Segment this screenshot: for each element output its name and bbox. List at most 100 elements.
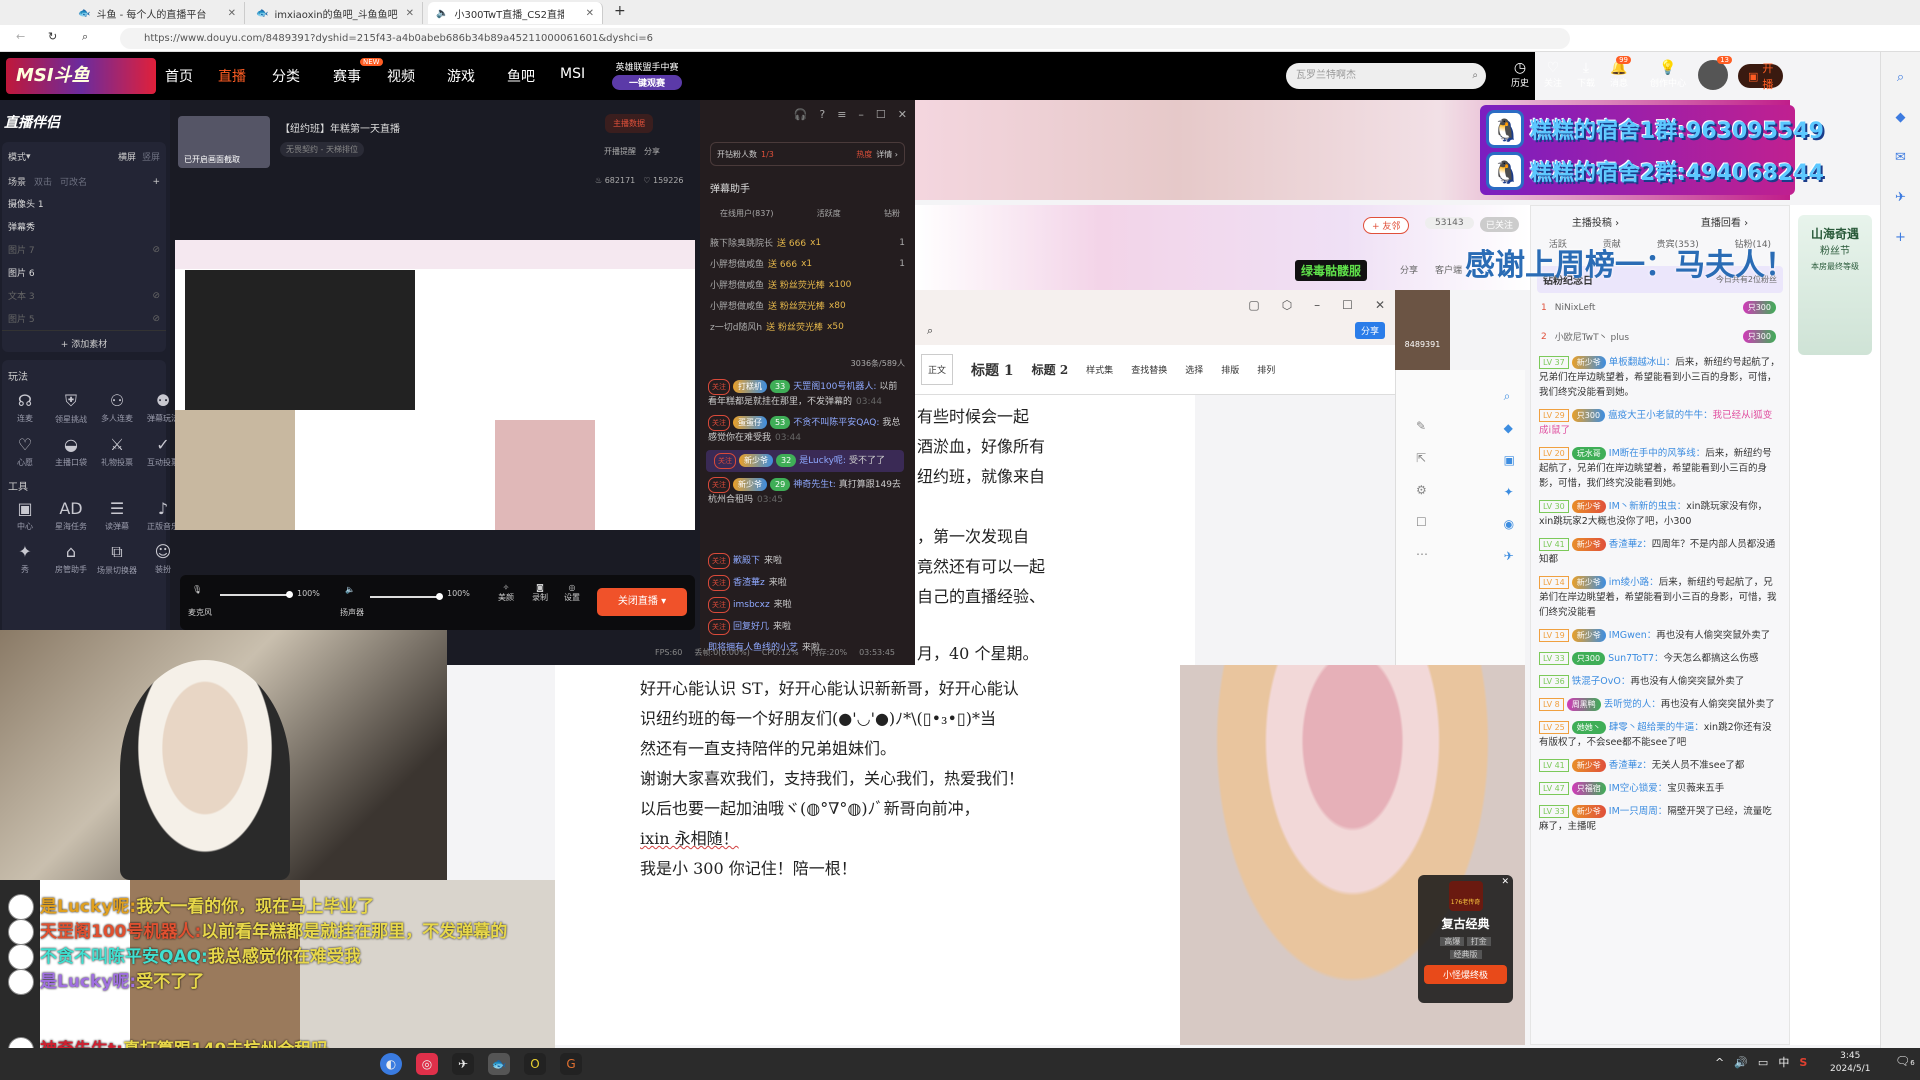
close-icon[interactable]: ✕ [1375,298,1385,312]
assistant-tab[interactable]: 活跃度 [817,208,841,219]
source-item[interactable]: 弹幕秀 [2,215,166,238]
entry-user[interactable]: 香渣華z [733,578,765,588]
nav-category[interactable]: 分类 [272,66,300,86]
search-icon[interactable]: ⌕ [82,30,88,44]
ime-indicator[interactable]: 中 [1778,1054,1789,1070]
add-friend-button[interactable]: + 友邻 [1363,217,1410,234]
close-ad-icon[interactable]: ✕ [1501,877,1509,887]
hidden-eye-icon[interactable]: ⊘ [152,291,160,301]
stream-thumbnail[interactable]: 已开启画面截取 [178,116,270,168]
chat-user[interactable]: 单板翻越冰山： [1609,357,1676,368]
live-reminder-button[interactable]: 开播提醒 [604,146,636,157]
taskbar-app-icon[interactable]: ✈ [452,1053,474,1075]
close-tab-icon[interactable]: ✕ [228,8,236,19]
nav-live[interactable]: 直播 [218,66,246,86]
source-item[interactable]: 图片 5 ⊘ [2,307,166,330]
volume-icon[interactable]: 🔊 [1734,1056,1748,1069]
ad-cta-button[interactable]: 小怪爆终极 [1424,965,1507,984]
chat-user[interactable]: im绫小路： [1609,577,1659,588]
feature-play-item[interactable]: ⚔ 礼物投票 [96,435,138,468]
settings-button[interactable]: ◎ 设置 [564,583,580,603]
tab-live-room[interactable]: 🔈小300TwT直播_CS2直播_斗鱼✕ [428,2,603,24]
copilot-icon[interactable]: ◆ [1881,98,1920,138]
add-icon[interactable]: + [1881,218,1920,258]
style-heading-1[interactable]: 标题 1 [971,360,1014,380]
doc-share-button[interactable]: 分享 [1354,322,1385,339]
messages-button[interactable]: 🔔 消息 99 [1603,56,1635,89]
close-icon[interactable]: ✕ [898,108,907,121]
watch-button[interactable]: 一键观赛 [612,75,682,90]
message-user[interactable]: 天罡阁100号机器人: [793,382,876,392]
follow-button[interactable]: 关注 [708,575,730,591]
chat-user[interactable]: 肆零丶超给栗的牛逼： [1609,722,1704,733]
maximize-icon[interactable]: ☐ [876,108,886,121]
feature-play-item[interactable]: ◒ 主播口袋 [50,435,92,468]
back-icon[interactable]: ← [16,30,25,43]
share-link[interactable]: 分享 [1400,263,1418,276]
clock[interactable]: 3:45 2024/5/1 [1830,1050,1870,1076]
close-tab-icon[interactable]: ✕ [406,8,414,19]
entry-user[interactable]: 歉殿下 [733,556,760,566]
user-avatar[interactable]: 13 [1698,56,1732,90]
scene-tab[interactable]: 双击 [34,175,52,188]
chat-user[interactable]: IM断在手中的风筝线： [1609,448,1706,459]
nav-fishbar[interactable]: 鱼吧 [507,66,535,86]
hidden-eye-icon[interactable]: ⊘ [152,245,160,255]
game-ad-popup[interactable]: 176老传奇 复古经典 高爆 打金 经典版 小怪爆终极 ✕ [1418,875,1513,1003]
maximize-icon[interactable]: ☐ [1342,298,1353,312]
feature-tool-item[interactable]: ⧉ 场景切换器 [96,542,138,576]
entry-user[interactable]: imsbcxz [733,600,770,610]
minimize-icon[interactable]: – [858,108,864,121]
scene-tab[interactable]: 场景 [8,175,26,188]
chat-user[interactable]: 铁混子OvO： [1572,676,1631,687]
history-button[interactable]: ◷ 历史 [1504,60,1536,89]
follow-button[interactable]: 关注 [708,619,730,635]
mode-dropdown[interactable]: 模式 [8,150,26,163]
chat-user[interactable]: IMGwen： [1609,630,1657,641]
chat-user[interactable]: 瘟疫大王小老鼠的牛牛： [1608,410,1713,421]
taskbar-app-icon[interactable]: O [524,1053,546,1075]
creator-center-button[interactable]: 💡 创作中心 [1646,60,1690,89]
chat-user[interactable]: 香渣華z： [1609,539,1652,550]
start-live-button[interactable]: ▣ 开播 [1738,62,1784,91]
message-user[interactable]: 神奇先生t: [793,480,836,490]
share-button[interactable]: 分享 [644,146,660,157]
netease-music-icon[interactable]: ◎ [416,1053,438,1075]
select-button[interactable]: 选择 [1185,363,1203,376]
search-icon[interactable]: ⌕ [927,324,933,338]
network-icon[interactable]: ▭ [1758,1056,1768,1069]
feature-tool-item[interactable]: ✦ 秀 [4,542,46,576]
nav-video[interactable]: 视频 [387,66,415,86]
url-input[interactable]: https://www.douyu.com/8489391?dyshid=215… [120,28,1570,49]
feature-tool-item[interactable]: AD 星海任务 [50,499,92,532]
feature-tool-item[interactable]: ⌂ 房管助手 [50,542,92,576]
download-button[interactable]: ⤓ 下载 [1570,60,1602,89]
follow-button[interactable]: 关注 [708,415,730,431]
close-tab-icon[interactable]: ✕ [586,8,594,19]
rank-user[interactable]: NiNixLeft [1555,303,1596,313]
stream-category[interactable]: 无畏契约 - 天梯排位 [280,142,364,157]
chat-user[interactable]: 香渣華z： [1609,760,1652,771]
layout-icon[interactable]: ▢ [1248,298,1259,312]
telegram-icon[interactable]: ✈ [1881,178,1920,218]
mic-volume-slider[interactable] [220,591,293,598]
source-item[interactable]: 图片 6 [2,261,166,284]
message-user[interactable]: 不贪不叫陈平安QAQ: [793,418,879,428]
taskbar-app-icon[interactable]: G [560,1053,582,1075]
layout-button[interactable]: 排版 [1221,363,1239,376]
feature-tool-item[interactable]: ☺ 装扮 [142,542,184,576]
chat-user[interactable]: IM丶新新的虫虫： [1609,501,1687,512]
arrange-button[interactable]: 排列 [1257,363,1275,376]
beauty-button[interactable]: ✧ 美颜 [498,583,514,603]
style-set-button[interactable]: 样式集 [1086,363,1113,376]
scene-tab[interactable]: 可改名 [60,175,87,188]
nav-events[interactable]: 赛事 [333,66,361,86]
taskbar-app-icon[interactable]: ◐ [380,1053,402,1075]
fan-festival-promo[interactable]: 山海奇遇 粉丝节 本房最终等级 [1790,205,1880,1045]
outlook-icon[interactable]: ✉ [1881,138,1920,178]
diamond-fans-bar[interactable]: 开钻粉人数 1/3 热度 详情 › [710,142,905,166]
menu-icon[interactable]: ≡ [837,108,846,121]
landscape-toggle[interactable]: 横屏 [118,150,136,163]
find-replace-button[interactable]: 查找替换 [1131,363,1167,376]
headset-icon[interactable]: 🎧 [794,108,808,121]
